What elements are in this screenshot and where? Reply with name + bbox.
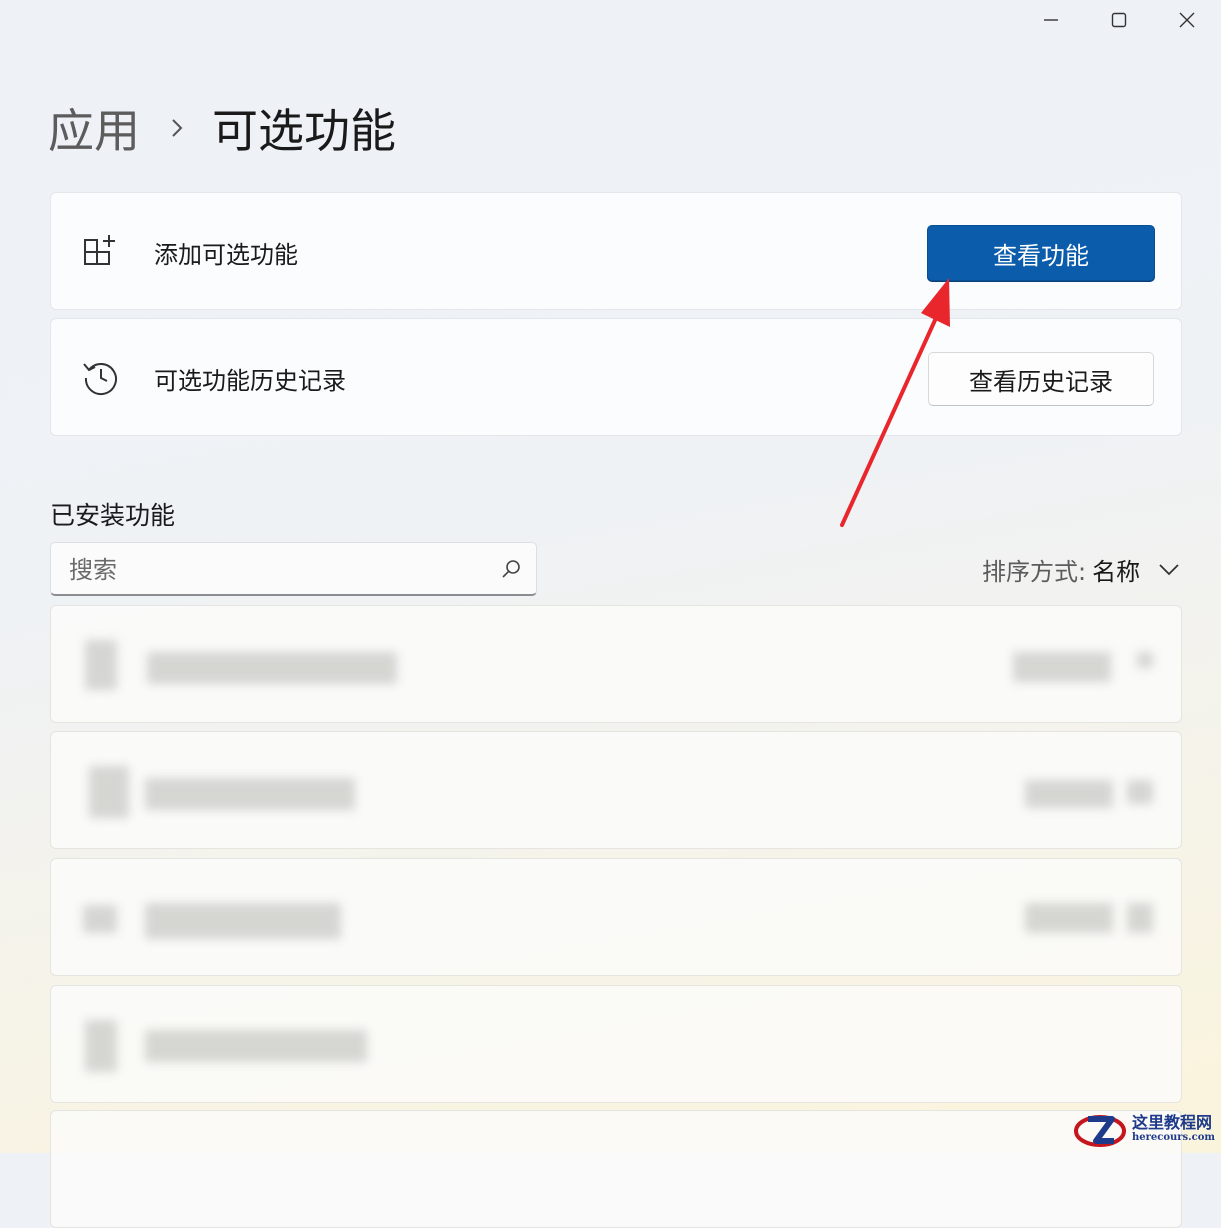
chevron-down-icon xyxy=(1158,562,1180,576)
minimize-icon xyxy=(1044,19,1058,21)
search-input[interactable] xyxy=(67,552,491,588)
breadcrumb: 应用 可选功能 xyxy=(48,96,396,160)
watermark-logo xyxy=(1073,1115,1126,1147)
watermark: 这里教程网 herecours.com xyxy=(1073,1109,1215,1149)
history-icon xyxy=(81,357,121,397)
add-optional-feature-card: 添加可选功能 查看功能 xyxy=(50,192,1182,310)
sort-value: 名称 xyxy=(1092,557,1141,586)
window-controls xyxy=(1017,0,1221,40)
maximize-button[interactable] xyxy=(1085,0,1153,40)
optional-features-history-label: 可选功能历史记录 xyxy=(154,367,346,395)
close-button[interactable] xyxy=(1153,0,1221,40)
watermark-url: herecours.com xyxy=(1131,1132,1215,1143)
sort-label: 排序方式: xyxy=(982,557,1087,586)
installed-feature-item[interactable] xyxy=(50,605,1182,723)
chevron-right-icon xyxy=(170,117,184,139)
installed-features-heading: 已安装功能 xyxy=(50,501,176,530)
installed-feature-item[interactable] xyxy=(50,1110,1182,1228)
add-apps-icon xyxy=(81,231,121,271)
installed-feature-item[interactable] xyxy=(50,731,1182,849)
watermark-title: 这里教程网 xyxy=(1131,1113,1212,1132)
optional-features-history-card: 可选功能历史记录 查看历史记录 xyxy=(50,318,1182,436)
maximize-icon xyxy=(1111,12,1127,28)
minimize-button[interactable] xyxy=(1017,0,1085,40)
breadcrumb-parent-apps[interactable]: 应用 xyxy=(48,95,140,161)
search-box xyxy=(50,542,537,596)
page-title: 可选功能 xyxy=(212,104,396,158)
add-optional-feature-label: 添加可选功能 xyxy=(154,241,298,269)
close-icon xyxy=(1179,12,1195,28)
search-icon[interactable] xyxy=(500,558,522,580)
view-history-button[interactable]: 查看历史记录 xyxy=(928,352,1154,406)
installed-feature-item[interactable] xyxy=(50,985,1182,1103)
view-features-button[interactable]: 查看功能 xyxy=(927,225,1155,281)
installed-feature-item[interactable] xyxy=(50,858,1182,976)
sort-dropdown[interactable]: 排序方式: 名称 xyxy=(982,552,1180,586)
